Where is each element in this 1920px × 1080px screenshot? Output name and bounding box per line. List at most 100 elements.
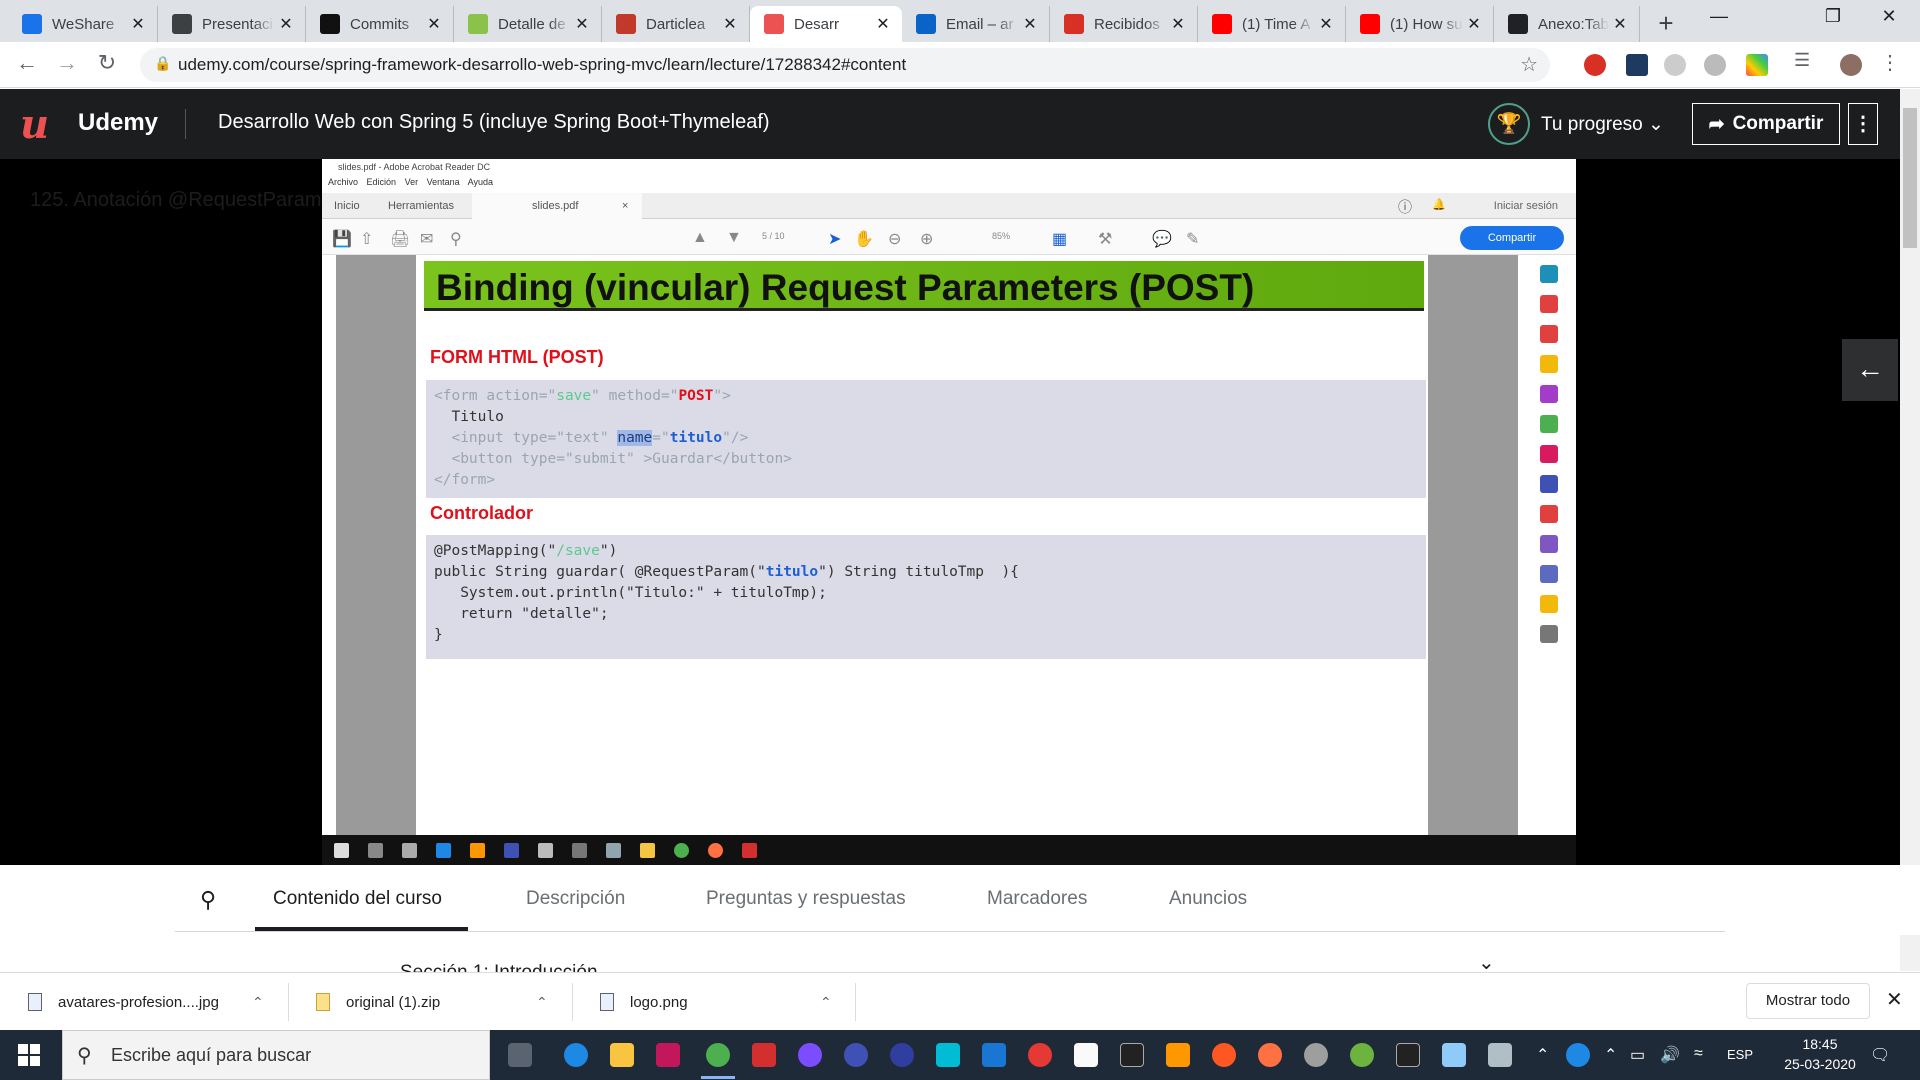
close-tab-icon[interactable]: ✕ xyxy=(275,14,297,34)
close-tab-icon[interactable]: ✕ xyxy=(719,14,741,34)
clock-date[interactable]: 25-03-2020 xyxy=(1770,1056,1870,1072)
tab-description[interactable]: Descripción xyxy=(526,888,625,910)
network-icon[interactable] xyxy=(982,1043,1006,1067)
browser-tab[interactable]: Darticlea ✕ xyxy=(602,6,750,42)
tab-qa[interactable]: Preguntas y respuestas xyxy=(706,888,906,910)
volume-icon[interactable]: 🔊 xyxy=(1660,1045,1680,1065)
clock-time[interactable]: 18:45 xyxy=(1785,1036,1855,1052)
extension-icon[interactable] xyxy=(1664,54,1686,76)
profile-avatar[interactable] xyxy=(1840,54,1862,76)
adblock-extension-icon[interactable] xyxy=(1584,54,1606,76)
show-hidden-icons[interactable]: ⌃ xyxy=(1604,1045,1617,1065)
spring-tool-suite-icon[interactable] xyxy=(1350,1043,1374,1067)
search-icon[interactable]: ⚲ xyxy=(200,887,216,913)
cmd-icon[interactable] xyxy=(1396,1043,1420,1067)
chevron-up-icon[interactable]: ⌃ xyxy=(252,994,264,1011)
download-item[interactable]: logo.png ⌃ xyxy=(572,973,856,1031)
browser-tab[interactable]: Email – ar ✕ xyxy=(902,6,1050,42)
new-tab-button[interactable]: + xyxy=(1652,8,1680,39)
filezilla-icon[interactable] xyxy=(752,1043,776,1067)
course-title[interactable]: Desarrollo Web con Spring 5 (incluye Spr… xyxy=(218,111,770,134)
close-tab-icon[interactable]: ✕ xyxy=(1315,14,1337,34)
show-all-button[interactable]: Mostrar todo xyxy=(1746,983,1870,1019)
close-tab-icon[interactable]: ✕ xyxy=(872,14,894,34)
language-indicator[interactable]: ESP xyxy=(1727,1047,1753,1062)
wamp-icon[interactable] xyxy=(656,1043,680,1067)
trophy-icon[interactable]: 🏆 xyxy=(1488,103,1530,145)
chevron-icon[interactable]: ⌃ xyxy=(1536,1045,1549,1065)
chrome-icon[interactable] xyxy=(706,1043,730,1067)
forward-button[interactable]: → xyxy=(52,50,82,76)
close-window-button[interactable]: ✕ xyxy=(1866,6,1912,27)
close-icon[interactable]: ✕ xyxy=(1886,987,1903,1012)
minimize-button[interactable]: — xyxy=(1696,6,1742,27)
app-icon[interactable] xyxy=(798,1043,822,1067)
close-tab-icon[interactable]: ✕ xyxy=(127,14,149,34)
tab-bookmarks[interactable]: Marcadores xyxy=(987,888,1087,910)
recorded-taskbar xyxy=(322,835,1576,865)
notepad-icon[interactable] xyxy=(1074,1043,1098,1067)
terminal-icon[interactable] xyxy=(1120,1043,1144,1067)
bookmark-star-icon[interactable]: ☆ xyxy=(1520,52,1538,77)
tab-course-content[interactable]: Contenido del curso xyxy=(273,888,442,910)
reload-button[interactable]: ↻ xyxy=(92,50,122,76)
taskbar-search-box[interactable]: ⚲ Escribe aquí para buscar xyxy=(62,1030,490,1080)
file-explorer-icon[interactable] xyxy=(610,1043,634,1067)
close-tab-icon[interactable]: ✕ xyxy=(1463,14,1485,34)
document-view: Binding (vincular) Request Parameters (P… xyxy=(336,255,1518,835)
browser-tab[interactable]: (1) Time A ✕ xyxy=(1198,6,1346,42)
course-sidebar-toggle[interactable]: ← xyxy=(1842,339,1898,401)
extension-icon[interactable] xyxy=(1704,54,1726,76)
app-icon[interactable] xyxy=(1442,1043,1466,1067)
upload-icon: ⇧ xyxy=(360,231,374,248)
wifi-icon[interactable]: ≈ xyxy=(1694,1045,1703,1063)
more-options-button[interactable]: ⋮ xyxy=(1848,103,1878,145)
browser-tab[interactable]: Desarr ✕ xyxy=(750,6,902,42)
browser-tab[interactable]: Presentaci ✕ xyxy=(158,6,306,42)
tab-announcements[interactable]: Anuncios xyxy=(1169,888,1247,910)
close-tab-icon[interactable]: ✕ xyxy=(1019,14,1041,34)
download-item[interactable]: original (1).zip ⌃ xyxy=(288,973,572,1031)
browser-tab[interactable]: Anexo:Tab ✕ xyxy=(1494,6,1640,42)
close-tab-icon[interactable]: ✕ xyxy=(1167,14,1189,34)
task-view-icon[interactable] xyxy=(508,1043,532,1067)
chevron-up-icon[interactable]: ⌃ xyxy=(820,994,832,1011)
app-icon[interactable] xyxy=(1488,1043,1512,1067)
eclipse-icon[interactable] xyxy=(844,1043,868,1067)
edge-icon[interactable] xyxy=(564,1043,588,1067)
udemy-logo-icon[interactable]: u xyxy=(20,101,49,148)
address-bar[interactable]: 🔒 udemy.com/course/spring-framework-desa… xyxy=(140,48,1550,82)
firefox-icon[interactable] xyxy=(1258,1043,1282,1067)
udemy-logo-text[interactable]: Udemy xyxy=(78,109,158,137)
share-button[interactable]: ➦ Compartir xyxy=(1692,103,1840,145)
sublime-icon[interactable] xyxy=(1166,1043,1190,1067)
close-tab-icon[interactable]: ✕ xyxy=(423,14,445,34)
scrollbar-thumb[interactable] xyxy=(1903,108,1917,248)
media-control-icon[interactable]: ☰ xyxy=(1794,50,1816,72)
extension-icon[interactable] xyxy=(1746,54,1768,76)
opera-icon[interactable] xyxy=(1028,1043,1052,1067)
postman-icon[interactable] xyxy=(1212,1043,1236,1067)
browser-tab[interactable]: Commits ✕ xyxy=(306,6,454,42)
notifications-icon[interactable]: 🗨 xyxy=(1870,1045,1890,1065)
battery-icon[interactable]: ▭ xyxy=(1630,1045,1645,1065)
close-tab-icon[interactable]: ✕ xyxy=(571,14,593,34)
webstorm-icon[interactable] xyxy=(936,1043,960,1067)
browser-menu-icon[interactable]: ⋮ xyxy=(1880,50,1902,74)
browser-tab[interactable]: (1) How su ✕ xyxy=(1346,6,1494,42)
browser-tab[interactable]: Recibidos ✕ xyxy=(1050,6,1198,42)
chevron-up-icon[interactable]: ⌃ xyxy=(536,994,548,1011)
eclipse-icon[interactable] xyxy=(890,1043,914,1067)
help-icon[interactable] xyxy=(1566,1043,1590,1067)
restore-button[interactable]: ❐ xyxy=(1810,6,1856,27)
browser-tab[interactable]: Detalle de ✕ xyxy=(454,6,602,42)
back-button[interactable]: ← xyxy=(12,50,42,76)
close-tab-icon[interactable]: ✕ xyxy=(1609,14,1631,34)
windows-start-icon[interactable] xyxy=(18,1044,40,1066)
download-item[interactable]: avatares-profesion....jpg ⌃ xyxy=(0,973,288,1031)
download-filename: logo.png xyxy=(630,993,688,1011)
browser-tab[interactable]: WeShare ✕ xyxy=(8,6,158,42)
settings-icon[interactable] xyxy=(1304,1043,1328,1067)
progress-dropdown[interactable]: Tu progreso ⌄ xyxy=(1541,113,1664,136)
extension-icon[interactable] xyxy=(1626,54,1648,76)
